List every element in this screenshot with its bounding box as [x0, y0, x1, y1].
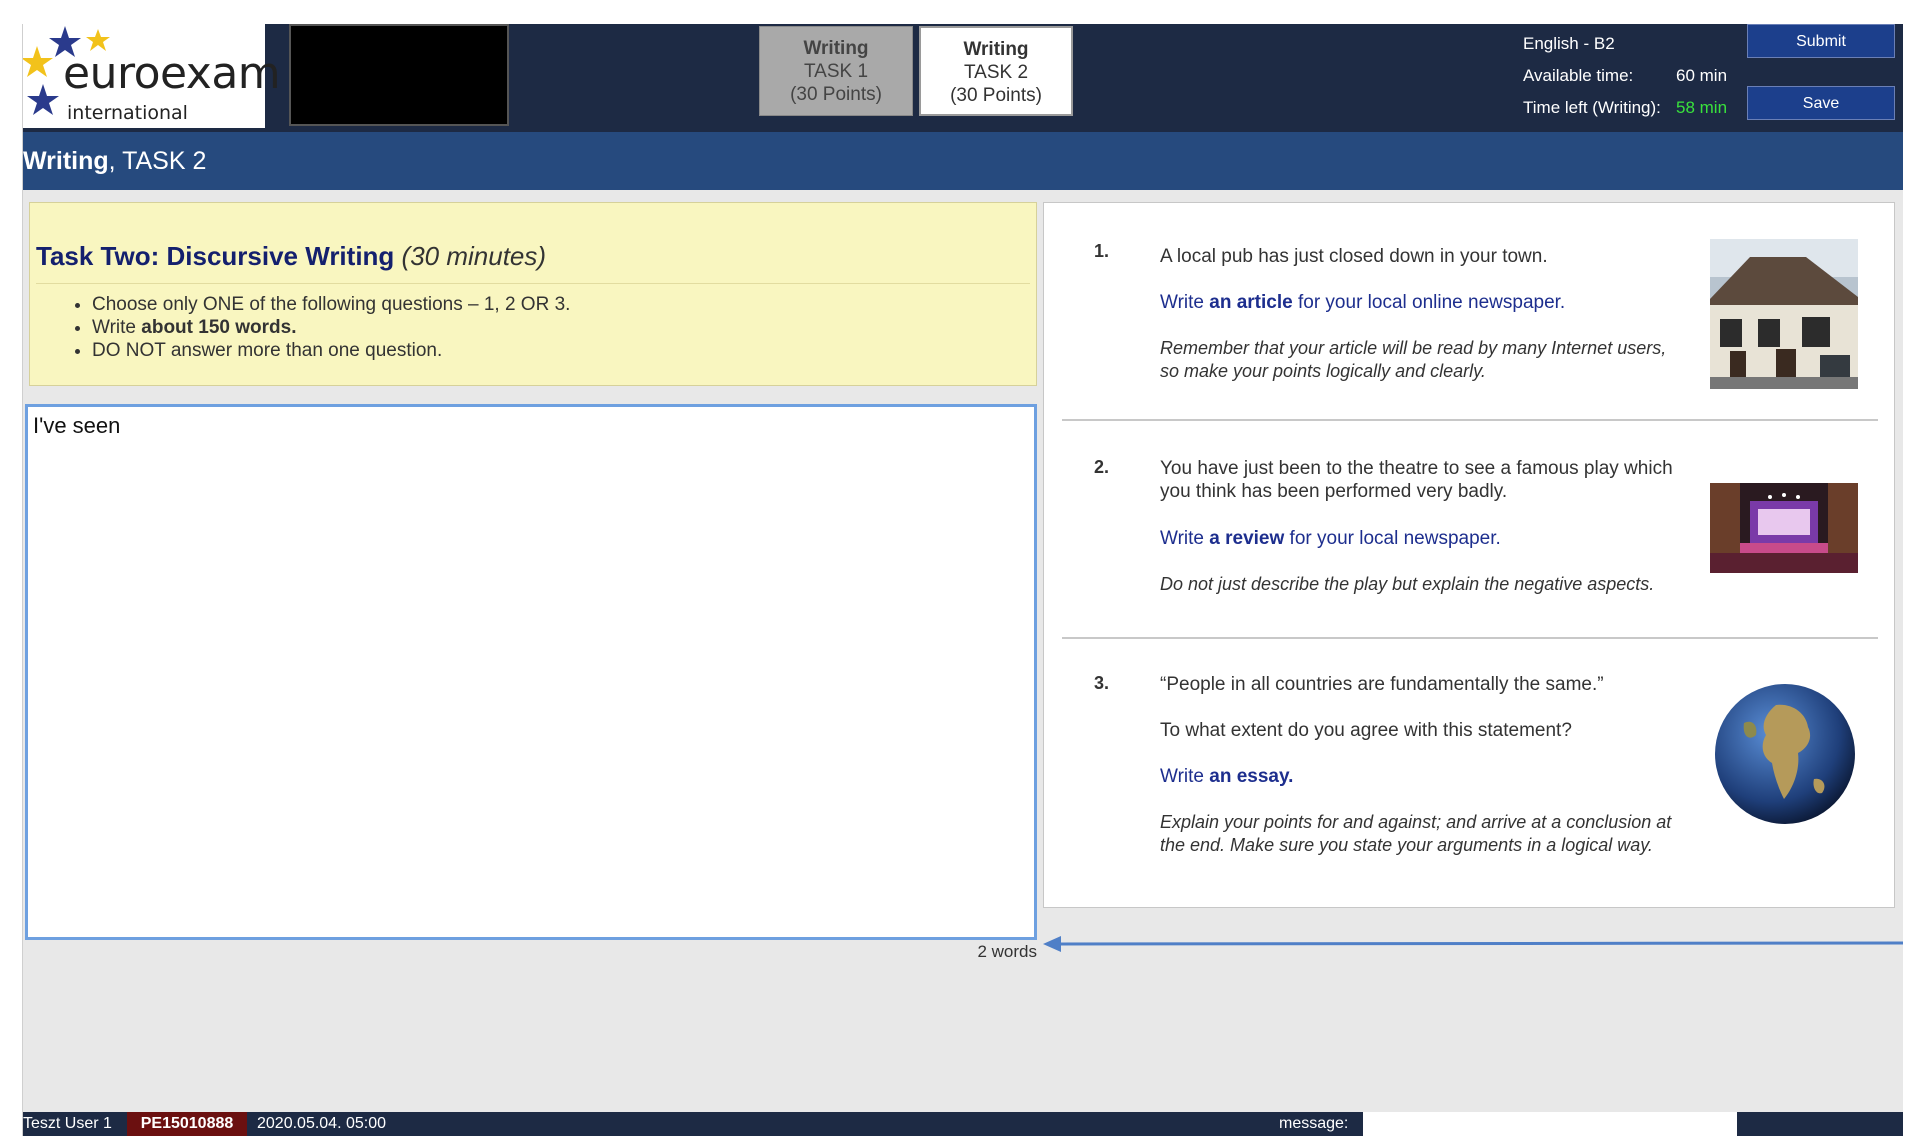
tab-writing-task-2[interactable]: Writing TASK 2 (30 Points) — [919, 26, 1073, 116]
message-input[interactable] — [1363, 1112, 1737, 1136]
word-count: 2 words — [977, 942, 1037, 961]
logo-wordmark: euroexam — [63, 48, 281, 99]
tab-label-line1: Writing — [963, 39, 1029, 60]
questions-panel: 1. A local pub has just closed down in y… — [1043, 202, 1895, 908]
time-left-value: 58 min — [1676, 98, 1728, 117]
available-time-value: 60 min — [1676, 66, 1728, 85]
user-name: Teszt User 1 — [23, 1115, 112, 1132]
task-text: for your local newspaper. — [1284, 528, 1501, 549]
section-title-bar: Writing, TASK 2 — [23, 132, 1903, 190]
exam-app: euroexam international Writing TASK 1 (3… — [22, 24, 1903, 1136]
question-number: 3. — [1094, 673, 1110, 693]
task-type: an essay. — [1209, 766, 1294, 787]
question-number: 1. — [1094, 241, 1110, 261]
instruction-text: Write — [92, 317, 142, 338]
message-label: message: — [1279, 1115, 1349, 1132]
save-button[interactable]: Save — [1747, 86, 1895, 120]
instruction-item: DO NOT answer more than one question. — [92, 339, 570, 362]
task-text: for your local online newspaper. — [1292, 292, 1566, 313]
question-task: Write a review for your local newspaper. — [1160, 527, 1680, 550]
status-footer: Teszt User 1 PE15010888 2020.05.04. 05:0… — [23, 1112, 1903, 1136]
tab-label-line3: (30 Points) — [790, 84, 882, 105]
task-text: Write — [1160, 292, 1210, 313]
instructions-duration: (30 minutes) — [401, 241, 547, 271]
submit-button[interactable]: Submit — [1747, 24, 1895, 58]
section-title-rest: , TASK 2 — [108, 147, 207, 175]
divider — [36, 283, 1030, 284]
instructions-title-text: Task Two: Discursive Writing — [36, 241, 395, 271]
divider — [1062, 637, 1878, 639]
question-task: Write an essay. — [1160, 765, 1680, 788]
task-type: an article — [1209, 292, 1293, 313]
tab-label-line3: (30 Points) — [950, 85, 1042, 106]
instruction-item: Choose only ONE of the following questio… — [92, 293, 570, 316]
answer-textarea[interactable]: I've seen — [25, 404, 1037, 940]
tab-label-line2: TASK 2 — [963, 62, 1029, 83]
divider — [1062, 419, 1878, 421]
question-note: Explain your points for and against; and… — [1160, 812, 1672, 855]
tab-label-line1: Writing — [803, 38, 869, 59]
datetime: 2020.05.04. 05:00 — [257, 1115, 387, 1132]
section-title-bold: Writing — [23, 147, 109, 175]
theatre-photo — [1710, 483, 1858, 573]
question-note: Do not just describe the play but explai… — [1160, 574, 1655, 594]
task-text: Write — [1160, 766, 1210, 787]
candidate-id-badge: PE15010888 — [127, 1112, 247, 1136]
task-type: a review — [1209, 528, 1285, 549]
tab-writing-task-1[interactable]: Writing TASK 1 (30 Points) — [759, 26, 913, 116]
instruction-emphasis: about 150 words. — [141, 317, 297, 338]
question-prompt: A local pub has just closed down in your… — [1160, 246, 1548, 267]
instructions-title: Task Two: Discursive Writing (30 minutes… — [36, 241, 546, 272]
instructions-list: Choose only ONE of the following questio… — [68, 293, 570, 362]
header-bar: euroexam international Writing TASK 1 (3… — [23, 24, 1903, 132]
question-prompt: “People in all countries are fundamental… — [1160, 674, 1604, 695]
arrow-left-icon — [1043, 936, 1903, 952]
task-instructions: Task Two: Discursive Writing (30 minutes… — [29, 202, 1037, 386]
instruction-item: Write about 150 words. — [92, 316, 570, 339]
time-left-label: Time left (Writing): — [1523, 98, 1661, 117]
question-task: Write an article for your local online n… — [1160, 291, 1680, 314]
globe-image — [1715, 684, 1855, 824]
logo-subtitle: international — [67, 102, 188, 124]
tab-label-line2: TASK 1 — [803, 61, 869, 82]
question-prompt: You have just been to the theatre to see… — [1160, 458, 1673, 502]
question-number: 2. — [1094, 457, 1110, 477]
exam-level: English - B2 — [1523, 34, 1615, 53]
webcam-preview — [289, 24, 509, 126]
euroexam-logo: euroexam international — [23, 24, 281, 128]
available-time-label: Available time: — [1523, 66, 1634, 85]
question-note: Remember that your article will be read … — [1160, 338, 1667, 381]
question-prompt-secondary: To what extent do you agree with this st… — [1160, 720, 1572, 741]
task-text: Write — [1160, 528, 1210, 549]
pub-photo — [1710, 239, 1858, 389]
